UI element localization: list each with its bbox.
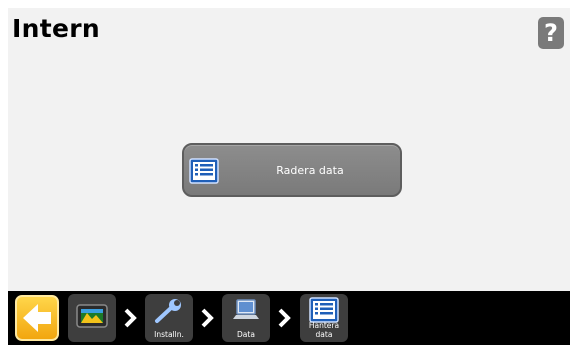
wrench-icon: [155, 299, 181, 323]
help-icon: ?: [544, 19, 558, 47]
breadcrumb-label: Hantera data: [308, 321, 340, 339]
back-button[interactable]: [15, 295, 59, 341]
chevron-right-icon: [124, 308, 137, 328]
list-icon: [189, 158, 219, 184]
main-screen: Intern ? Radera data: [8, 8, 570, 291]
chevron-right-icon: [201, 308, 214, 328]
laptop-icon: [233, 299, 259, 319]
breadcrumb-label: Data: [237, 329, 255, 339]
chevron-right-icon: [278, 308, 291, 328]
breadcrumb-data[interactable]: Data: [222, 294, 270, 342]
display-icon: [76, 304, 108, 328]
delete-data-label: Radera data: [276, 163, 344, 177]
breadcrumb-installn[interactable]: Installn.: [145, 294, 193, 342]
list-icon: [309, 297, 339, 323]
breadcrumb-label: Installn.: [154, 329, 184, 339]
help-button[interactable]: ?: [538, 17, 564, 49]
page-title: Intern: [12, 14, 100, 43]
back-arrow-icon: [23, 304, 51, 332]
delete-data-button[interactable]: Radera data: [182, 143, 402, 197]
bottom-navigation-bar: Installn. Data Hantera data: [8, 291, 570, 345]
breadcrumb-home[interactable]: [68, 294, 116, 342]
breadcrumb-hantera-data[interactable]: Hantera data: [300, 294, 348, 342]
